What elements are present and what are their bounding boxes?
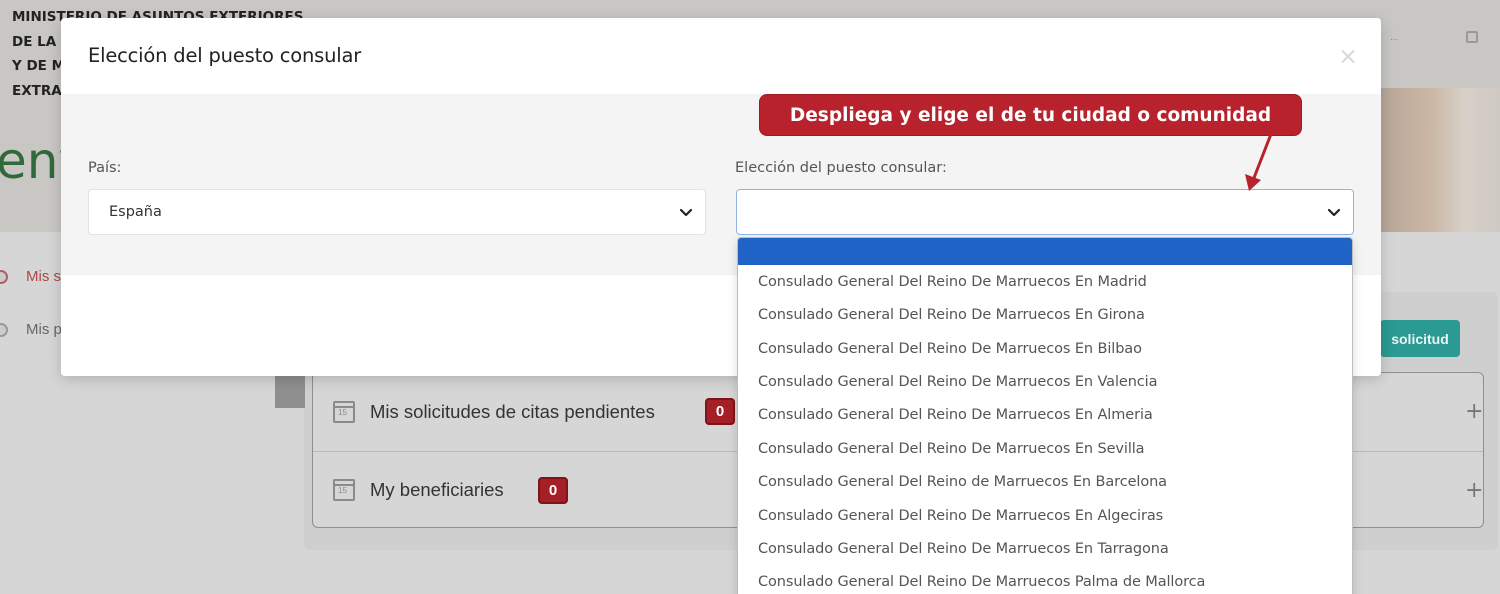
sidebar-item-perfil[interactable]: Mis p <box>0 321 62 338</box>
dropdown-option[interactable]: Consulado General Del Reino De Marruecos… <box>758 541 1169 557</box>
consular-post-dropdown: Consulado General Del Reino De Marruecos… <box>737 237 1353 594</box>
dropdown-option[interactable]: Consulado General Del Reino De Marruecos… <box>758 574 1205 590</box>
calendar-icon <box>333 400 355 423</box>
expand-icon[interactable]: + <box>1465 399 1483 424</box>
country-select[interactable]: España <box>88 189 706 235</box>
modal-title: Elección del puesto consular <box>88 44 362 67</box>
panel-tab-marker <box>275 372 305 408</box>
menu-icon[interactable] <box>1466 31 1478 43</box>
dropdown-option[interactable]: Consulado General Del Reino De Marruecos… <box>758 508 1163 524</box>
dropdown-option-empty-selected[interactable] <box>738 238 1352 265</box>
dropdown-option[interactable]: Consulado General Del Reino De Marruecos… <box>758 307 1145 323</box>
dropdown-option[interactable]: Consulado General Del Reino De Marruecos… <box>758 374 1158 390</box>
radio-icon <box>0 269 8 284</box>
modal-header: Elección del puesto consular × <box>61 18 1381 94</box>
country-select-value: España <box>109 204 162 220</box>
chevron-down-icon <box>679 208 693 217</box>
dropdown-option[interactable]: Consulado General Del Reino De Marruecos… <box>758 274 1147 290</box>
dropdown-option[interactable]: Consulado General Del Reino De Marruecos… <box>758 341 1142 357</box>
new-request-button[interactable]: solicitud <box>1380 320 1460 357</box>
sidebar-item-label: Mis p <box>26 321 62 338</box>
dropdown-option[interactable]: Consulado General Del Reino De Marruecos… <box>758 407 1153 423</box>
radio-icon <box>0 322 8 337</box>
sidebar-item-label: Mis s <box>26 268 61 285</box>
count-badge: 0 <box>538 476 568 504</box>
expand-icon[interactable]: + <box>1465 478 1483 503</box>
pointer-arrow-icon <box>1245 132 1273 191</box>
consular-post-select[interactable] <box>736 189 1354 235</box>
calendar-icon <box>333 479 355 501</box>
list-item-label: Mis solicitudes de citas pendientes <box>370 400 655 422</box>
count-badge: 0 <box>705 398 735 425</box>
sidebar-item-solicitudes[interactable]: Mis s <box>0 268 61 285</box>
header-photo <box>1380 88 1500 232</box>
close-icon[interactable]: × <box>1338 42 1358 70</box>
chevron-down-icon <box>1327 208 1341 217</box>
country-label: País: <box>88 160 122 176</box>
dropdown-option[interactable]: Consulado General Del Reino De Marruecos… <box>758 441 1145 457</box>
instruction-callout: Despliega y elige el de tu ciudad o comu… <box>760 95 1301 135</box>
list-item-label: My beneficiaries <box>370 479 504 500</box>
dropdown-option[interactable]: Consulado General Del Reino de Marruecos… <box>758 474 1167 490</box>
consular-post-label: Elección del puesto consular: <box>735 160 947 176</box>
header-link[interactable]: ... <box>1390 32 1398 43</box>
